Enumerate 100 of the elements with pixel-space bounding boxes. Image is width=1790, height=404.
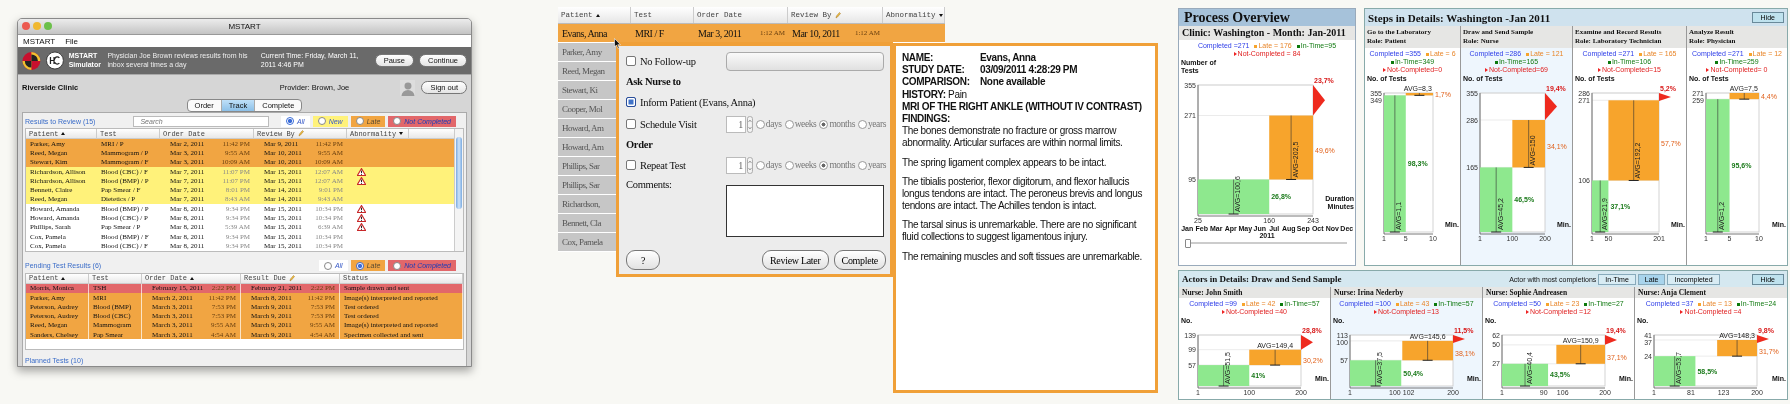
report-paragraph: The spring ligament complex appears to be intact. — [902, 156, 1108, 169]
slider-thumb[interactable] — [1185, 239, 1191, 248]
late-bar — [1405, 93, 1433, 96]
date-cell: Mar 10, 2011 — [792, 27, 840, 39]
checkbox-label[interactable]: No Follow-up — [640, 55, 696, 67]
dialog-button[interactable]: Review Later — [761, 250, 829, 270]
legend-marker — [1748, 52, 1752, 56]
checkbox[interactable] — [626, 97, 636, 107]
checkbox-label[interactable]: Repeat Test — [640, 159, 686, 171]
patient-cell-text: Howard, Am — [561, 122, 604, 135]
radio-button[interactable] — [755, 160, 765, 170]
legend-marker — [1374, 310, 1378, 314]
radio-option[interactable]: days — [755, 119, 782, 129]
patient-cell-text: Phillips, Sar — [561, 179, 600, 192]
radio-button[interactable] — [355, 117, 364, 125]
average-marker — [1731, 339, 1743, 357]
radio-option[interactable]: years — [857, 119, 886, 129]
number-field[interactable]: 1 — [726, 156, 746, 174]
not-completed-marker — [1605, 335, 1617, 345]
checkbox[interactable] — [626, 56, 636, 66]
radio-option[interactable]: months — [819, 119, 855, 129]
number-field[interactable]: 1 — [726, 115, 746, 133]
radio-option[interactable]: weeks — [784, 160, 817, 170]
radio-button[interactable] — [285, 117, 294, 125]
section-heading: Ask Nurse to — [626, 75, 681, 89]
radio-button[interactable] — [755, 119, 765, 129]
section-heading: Order — [626, 138, 653, 152]
dialog-button[interactable]: Complete — [833, 250, 886, 270]
patient-cell-text: Phillips, Sar — [561, 160, 600, 173]
checkbox[interactable] — [626, 160, 636, 170]
radio-button[interactable] — [819, 119, 829, 129]
radio-button[interactable] — [857, 160, 867, 170]
date-cell: Mar 3, 2011 — [698, 27, 742, 39]
menu-item[interactable]: File — [65, 36, 79, 46]
radio-button[interactable] — [317, 117, 326, 125]
panel-title: Steps in Details: Washington -Jan 2011 — [1368, 11, 1551, 24]
radio-button[interactable] — [323, 261, 332, 270]
checkbox-label[interactable]: Schedule Visit — [640, 118, 697, 130]
radio-button[interactable] — [784, 160, 794, 170]
dropdown[interactable] — [726, 51, 884, 71]
zoom-button[interactable] — [44, 22, 52, 30]
patient-cell-text: Howard, Am — [561, 141, 604, 154]
legend-marker — [1395, 302, 1399, 306]
avatar-icon — [399, 79, 416, 96]
menu-item[interactable]: MSTART — [23, 36, 56, 46]
help-button[interactable]: ? — [626, 250, 660, 270]
legend-marker — [1698, 302, 1702, 306]
checkbox-label[interactable]: Inform Patient (Evans, Anna) — [640, 96, 756, 108]
legend-marker — [1494, 60, 1498, 64]
late-bar — [1269, 115, 1313, 180]
stepper-icon[interactable] — [746, 115, 753, 133]
radio-option[interactable]: days — [755, 160, 782, 170]
radio-button[interactable] — [784, 119, 794, 129]
field-label: STUDY DATE: — [902, 64, 966, 77]
average-marker — [1575, 344, 1587, 365]
report-paragraph: The remaining muscles and soft tissues are unremarkable. — [902, 250, 1143, 263]
legend-marker — [1526, 52, 1530, 56]
legend-marker — [1382, 68, 1386, 72]
legend-marker — [1390, 60, 1394, 64]
not-completed-marker — [1453, 335, 1465, 343]
legend-marker — [1545, 302, 1549, 306]
radio-button[interactable] — [393, 261, 402, 270]
patient-cell-text: Richardson, — [561, 198, 600, 211]
late-bar — [1512, 120, 1545, 168]
comments-field[interactable] — [726, 185, 884, 237]
checkbox[interactable] — [626, 119, 636, 129]
report-paragraph: The tarsal sinus is unremarkable. There are no significant fluid collections to suggest ligamentous injury. — [902, 219, 1138, 244]
seal-icon — [22, 50, 41, 71]
in-time-bar — [1480, 167, 1513, 232]
not-completed-marker — [1757, 335, 1769, 343]
legend-marker — [1296, 44, 1300, 48]
radio-button[interactable] — [355, 261, 364, 270]
circle-logo-icon — [45, 51, 64, 70]
scrollbar-thumb[interactable] — [456, 137, 462, 209]
window-title: MSTART — [228, 22, 261, 31]
report-paragraph: The bones demonstrate no fracture or gross marrow abnormality. Articular surfaces are within normal limits. — [902, 125, 1124, 150]
stepper-icon[interactable] — [746, 156, 753, 174]
scrollbar[interactable] — [454, 129, 463, 251]
average-marker — [1738, 92, 1750, 100]
radio-option[interactable]: years — [857, 160, 886, 170]
field-value: None available — [980, 76, 1046, 89]
legend-marker — [1607, 60, 1611, 64]
radio-option[interactable]: months — [819, 160, 855, 170]
legend-marker — [1639, 52, 1643, 56]
radio-option[interactable]: weeks — [784, 119, 817, 129]
radio-button[interactable] — [819, 160, 829, 170]
field-label: NAME: — [902, 52, 935, 65]
radio-button[interactable] — [393, 117, 402, 125]
close-button[interactable] — [22, 22, 30, 30]
legend-marker — [1706, 68, 1710, 72]
panel-title: Actors in Details: Draw and Send Sample — [1182, 274, 1342, 284]
not-completed-marker — [1659, 93, 1671, 101]
panel-title: Process Overview — [1179, 9, 1355, 26]
field-label: Comments: — [626, 179, 673, 190]
average-marker — [1413, 92, 1425, 96]
radio-button[interactable] — [857, 119, 867, 129]
findings-heading: FINDINGS: — [902, 112, 951, 126]
patient-cell-text: Stewart, Ki — [561, 84, 598, 97]
legend-marker — [1736, 302, 1740, 306]
legend-marker — [1280, 302, 1284, 306]
